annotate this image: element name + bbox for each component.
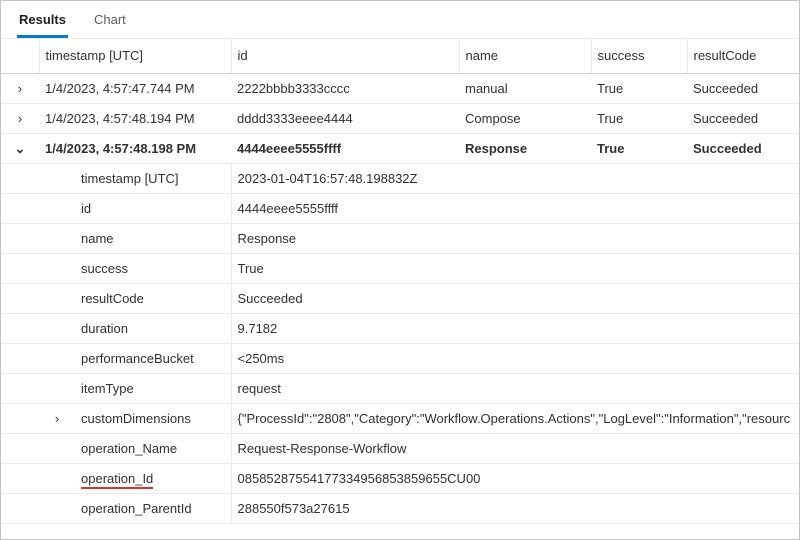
chevron-right-icon[interactable]: › bbox=[13, 112, 27, 126]
col-timestamp[interactable]: timestamp [UTC] bbox=[39, 39, 231, 73]
detail-value: 08585287554177334956853859655CU00 bbox=[231, 463, 799, 493]
col-id[interactable]: id bbox=[231, 39, 459, 73]
detail-key: name bbox=[75, 223, 231, 253]
detail-value: 2023-01-04T16:57:48.198832Z bbox=[231, 164, 799, 194]
cell-timestamp: 1/4/2023, 4:57:48.194 PM bbox=[39, 103, 231, 133]
cell-id: 2222bbbb3333cccc bbox=[231, 73, 459, 103]
cell-success: True bbox=[591, 73, 687, 103]
detail-row-item: timestamp [UTC]2023-01-04T16:57:48.19883… bbox=[1, 164, 799, 194]
table-row[interactable]: › 1/4/2023, 4:57:48.194 PM dddd3333eeee4… bbox=[1, 103, 799, 133]
table-row-expanded[interactable]: ⌄ 1/4/2023, 4:57:48.198 PM 4444eeee5555f… bbox=[1, 133, 799, 163]
cell-id: 4444eeee5555ffff bbox=[231, 133, 459, 163]
cell-name: manual bbox=[459, 73, 591, 103]
cell-name: Compose bbox=[459, 103, 591, 133]
cell-success: True bbox=[591, 133, 687, 163]
detail-value: 4444eeee5555ffff bbox=[231, 193, 799, 223]
detail-row-item: duration9.7182 bbox=[1, 313, 799, 343]
chevron-right-icon[interactable]: › bbox=[50, 412, 64, 426]
cell-id: dddd3333eeee4444 bbox=[231, 103, 459, 133]
col-resultcode[interactable]: resultCode bbox=[687, 39, 799, 73]
detail-value: Succeeded bbox=[231, 283, 799, 313]
detail-row-item: id4444eeee5555ffff bbox=[1, 193, 799, 223]
detail-value: Response bbox=[231, 223, 799, 253]
tab-results[interactable]: Results bbox=[17, 4, 68, 38]
detail-row-item: nameResponse bbox=[1, 223, 799, 253]
detail-key: operation_Id bbox=[75, 463, 231, 493]
cell-name: Response bbox=[459, 133, 591, 163]
tab-chart[interactable]: Chart bbox=[92, 4, 128, 38]
detail-row-item: operation_Id0858528755417733495685385965… bbox=[1, 463, 799, 493]
detail-key: performanceBucket bbox=[75, 343, 231, 373]
cell-resultcode: Succeeded bbox=[687, 103, 799, 133]
tab-bar: Results Chart bbox=[1, 1, 799, 39]
chevron-down-icon[interactable]: ⌄ bbox=[13, 142, 27, 156]
detail-value: 288550f573a27615 bbox=[231, 493, 799, 523]
col-success[interactable]: success bbox=[591, 39, 687, 73]
col-name[interactable]: name bbox=[459, 39, 591, 73]
cell-timestamp: 1/4/2023, 4:57:47.744 PM bbox=[39, 73, 231, 103]
header-row: timestamp [UTC] id name success resultCo… bbox=[1, 39, 799, 73]
detail-key: customDimensions bbox=[75, 403, 231, 433]
detail-row-item: operation_ParentId288550f573a27615 bbox=[1, 493, 799, 523]
detail-value: True bbox=[231, 253, 799, 283]
cell-success: True bbox=[591, 103, 687, 133]
detail-row-item: performanceBucket<250ms bbox=[1, 343, 799, 373]
detail-value: Request-Response-Workflow bbox=[231, 433, 799, 463]
cell-timestamp: 1/4/2023, 4:57:48.198 PM bbox=[39, 133, 231, 163]
detail-value: {"ProcessId":"2808","Category":"Workflow… bbox=[231, 403, 799, 433]
detail-key: resultCode bbox=[75, 283, 231, 313]
col-expand bbox=[1, 39, 39, 73]
detail-value: <250ms bbox=[231, 343, 799, 373]
detail-row-item: resultCodeSucceeded bbox=[1, 283, 799, 313]
cell-resultcode: Succeeded bbox=[687, 133, 799, 163]
detail-row-item: › customDimensions{"ProcessId":"2808","Ca… bbox=[1, 403, 799, 433]
detail-key: id bbox=[75, 193, 231, 223]
table-row[interactable]: › 1/4/2023, 4:57:47.744 PM 2222bbbb3333c… bbox=[1, 73, 799, 103]
detail-key: operation_ParentId bbox=[75, 493, 231, 523]
detail-key: duration bbox=[75, 313, 231, 343]
detail-key: timestamp [UTC] bbox=[75, 164, 231, 194]
detail-panel: timestamp [UTC]2023-01-04T16:57:48.19883… bbox=[1, 163, 799, 524]
detail-key: itemType bbox=[75, 373, 231, 403]
detail-value: request bbox=[231, 373, 799, 403]
detail-key: success bbox=[75, 253, 231, 283]
detail-row-item: successTrue bbox=[1, 253, 799, 283]
detail-row-item: operation_NameRequest-Response-Workflow bbox=[1, 433, 799, 463]
detail-value: 9.7182 bbox=[231, 313, 799, 343]
cell-resultcode: Succeeded bbox=[687, 73, 799, 103]
chevron-right-icon[interactable]: › bbox=[13, 82, 27, 96]
detail-row-item: itemTyperequest bbox=[1, 373, 799, 403]
results-grid: timestamp [UTC] id name success resultCo… bbox=[1, 39, 799, 539]
detail-key: operation_Name bbox=[75, 433, 231, 463]
